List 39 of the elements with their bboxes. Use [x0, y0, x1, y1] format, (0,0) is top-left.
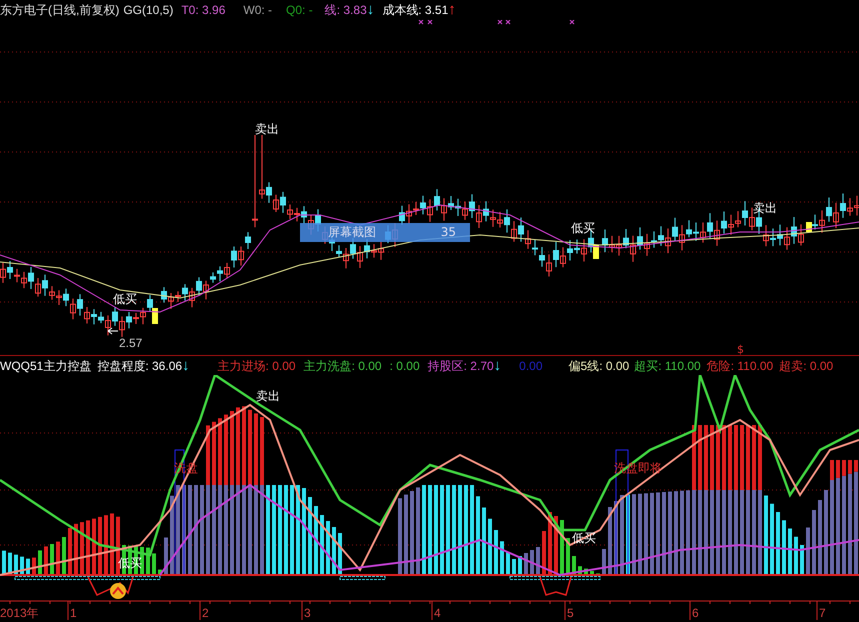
- dollar-marker: $: [737, 342, 744, 358]
- tooltip-value: 35: [440, 224, 456, 241]
- indicator-value: 主力洗盘: 0.00: [304, 358, 382, 375]
- indicator-value: T0: 3.96: [181, 2, 226, 19]
- indicator-value: GG(10,5): [123, 2, 174, 19]
- signal-label: 低买: [571, 221, 595, 235]
- indicator-value: 主力进场: 0.00: [218, 358, 296, 375]
- axis-label: 2013年: [0, 606, 39, 620]
- arrow-indicator: ↓: [366, 0, 374, 20]
- indicator-value: 超卖: 0.00: [779, 358, 834, 375]
- indicator-value: 持股区: 2.70: [428, 358, 494, 375]
- indicator-value: W0: -: [243, 2, 272, 19]
- signal-label: 低买: [113, 292, 137, 306]
- indicator-value: Q0: -: [286, 2, 313, 19]
- arrow-indicator: ↑: [448, 0, 456, 20]
- signal-label: 卖出: [753, 201, 777, 215]
- signal-label: 卖出: [255, 122, 279, 136]
- axis-label: 4: [434, 606, 441, 620]
- indicator-value: : 0.00: [390, 358, 420, 375]
- axis-label: 5: [567, 606, 574, 620]
- indicator-value: 东方电子(日线,前复权): [0, 2, 120, 19]
- indicator-value: 成本线: 3.51: [382, 2, 448, 19]
- arrow-indicator: ↓: [182, 356, 190, 375]
- indicator-value: 危险: 110.00: [706, 358, 774, 375]
- axis-label: 1: [70, 606, 77, 620]
- axis-label: 6: [692, 606, 699, 620]
- indicator-value: 线: 3.83: [324, 2, 367, 19]
- signal-label: 卖出: [256, 389, 280, 403]
- price-label: 2.57: [119, 336, 142, 350]
- indicator-value: 0.00: [519, 358, 543, 375]
- indicator-value: WQQ51主力控盘: [0, 358, 92, 375]
- axis-label: 3: [304, 606, 311, 620]
- indicator-value: 超买: 110.00: [634, 358, 701, 375]
- arrow-indicator: ↓: [494, 356, 502, 375]
- tooltip-label: 屏幕截图: [328, 224, 376, 241]
- indicator-value: 控盘程度: 36.06: [97, 358, 182, 375]
- indicator-value: 偏5线: 0.00: [568, 358, 630, 375]
- axis-label: 7: [819, 606, 826, 620]
- axis-label: 2: [202, 606, 209, 620]
